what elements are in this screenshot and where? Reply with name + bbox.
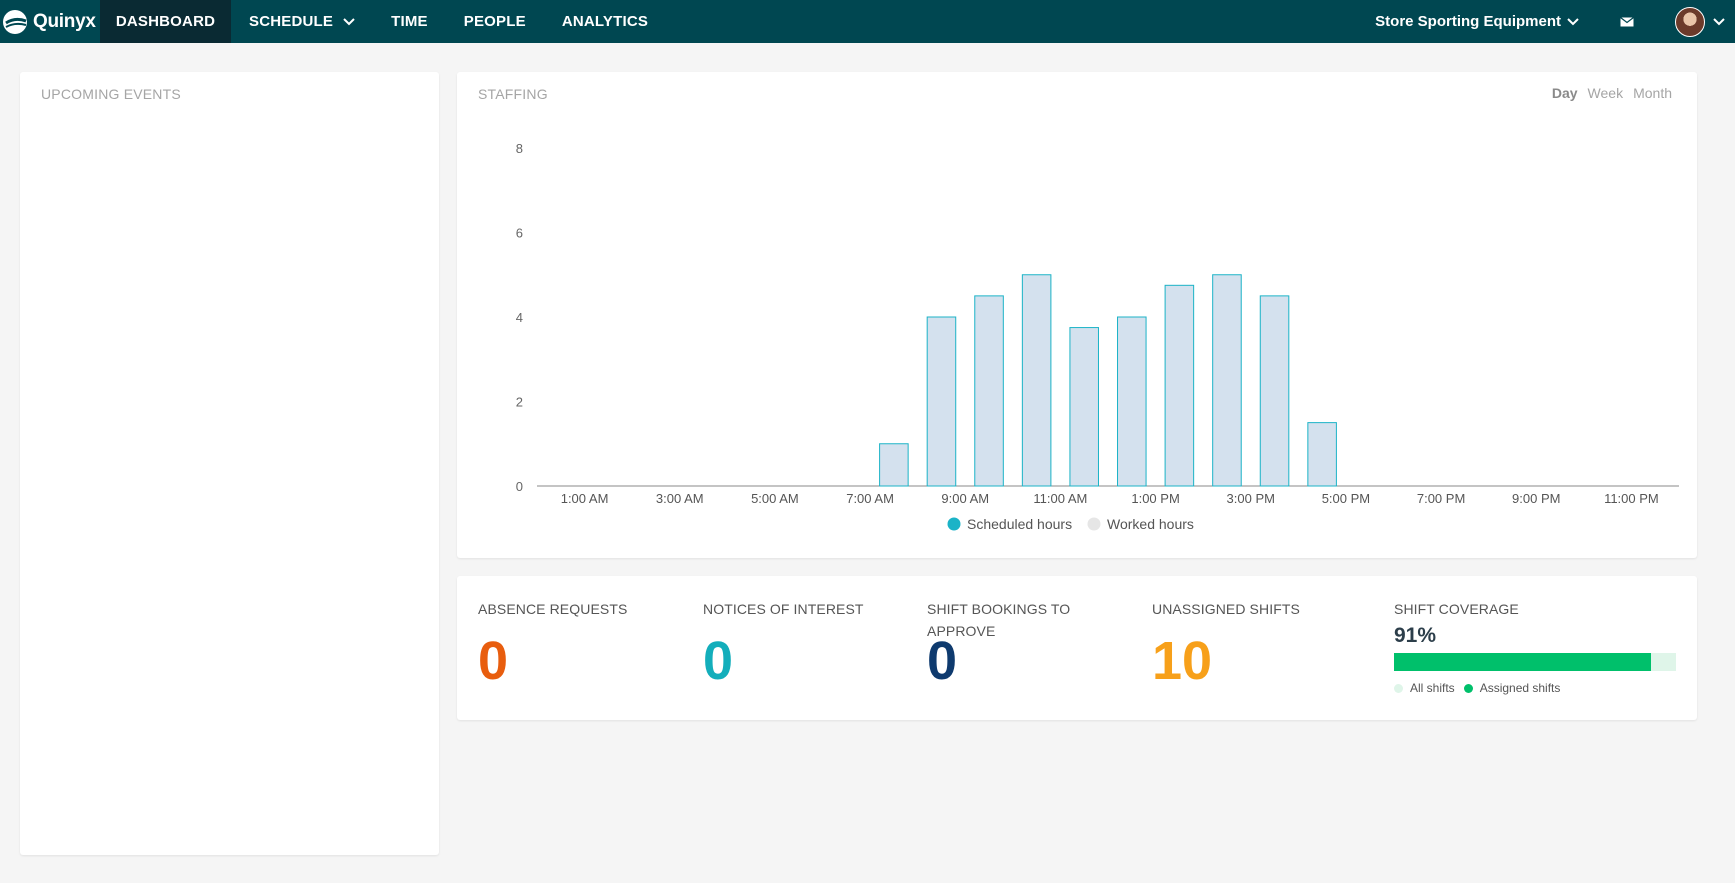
legend-dot-all <box>1394 683 1403 693</box>
shift-coverage-label: SHIFT COVERAGE <box>1394 601 1519 617</box>
x-tick-label: 3:00 AM <box>656 491 704 506</box>
nav-schedule[interactable]: SCHEDULE <box>231 0 373 43</box>
shift-coverage-value: 91% <box>1394 624 1437 647</box>
chart-bar <box>1164 284 1195 487</box>
legend-scheduled-dot <box>947 517 961 531</box>
legend-assigned-shifts: Assigned shifts <box>1463 681 1561 695</box>
y-tick-label: 4 <box>516 310 523 325</box>
chart-bar <box>879 443 909 487</box>
absence-requests-label: ABSENCE REQUESTS <box>478 601 628 617</box>
unassigned-shifts-stat[interactable]: UNASSIGNED SHIFTS 10 <box>1152 598 1300 688</box>
chart-bar <box>926 316 957 487</box>
legend-worked-dot <box>1087 517 1101 531</box>
shift-coverage-stat[interactable]: SHIFT COVERAGE 91% All shifts Assigned s… <box>1394 598 1677 695</box>
y-tick-label: 2 <box>516 395 523 410</box>
x-tick-label: 3:00 PM <box>1227 491 1275 506</box>
unassigned-shifts-label: UNASSIGNED SHIFTS <box>1152 601 1300 617</box>
user-menu[interactable] <box>1675 6 1725 37</box>
staffing-chart: 0 2 4 6 8 1:00 AM 3:00 AM 5:00 AM 7:00 AM 9:00 AM… <box>516 141 1679 532</box>
chart-bar <box>1069 327 1099 487</box>
chevron-down-icon <box>1713 13 1725 31</box>
nav-dashboard[interactable]: DASHBOARD <box>100 0 231 43</box>
quinyx-logo[interactable]: Quinyx <box>0 0 100 43</box>
legend-assigned-label: Assigned shifts <box>1479 681 1561 695</box>
x-tick-label: 9:00 AM <box>941 491 989 506</box>
chart-bar <box>1212 274 1242 487</box>
legend-all-shifts: All shifts <box>1394 681 1455 695</box>
shift-coverage-legend: All shifts Assigned shifts <box>1394 681 1677 695</box>
quinyx-logo-icon <box>3 9 27 34</box>
chart-bar <box>1259 295 1290 487</box>
absence-requests-value: 0 <box>478 631 509 691</box>
mail-button[interactable] <box>1617 12 1637 32</box>
mail-icon <box>1620 16 1634 26</box>
topbar-right: Store Sporting Equipment <box>1375 0 1735 43</box>
shift-coverage-bar-fill <box>1394 653 1651 671</box>
nav-time-label: TIME <box>391 13 428 30</box>
nav-schedule-label: SCHEDULE <box>249 13 334 30</box>
legend-worked-label: Worked hours <box>1107 516 1194 532</box>
top-navigation-bar: Quinyx DASHBOARD SCHEDULE TIME PEOPLE AN… <box>0 0 1735 43</box>
x-tick-label: 9:00 PM <box>1512 491 1560 506</box>
chevron-down-icon <box>1567 13 1579 30</box>
shift-bookings-stat[interactable]: SHIFT BOOKINGS TO APPROVE 0 <box>927 598 1071 688</box>
store-selector[interactable]: Store Sporting Equipment <box>1375 13 1579 30</box>
x-tick-label: 7:00 PM <box>1417 491 1465 506</box>
store-name: Store Sporting Equipment <box>1375 13 1561 30</box>
y-tick-label: 8 <box>516 141 523 156</box>
stats-card: ABSENCE REQUESTS 0 NOTICES OF INTEREST 0… <box>457 576 1697 720</box>
notices-of-interest-label: NOTICES OF INTEREST <box>703 601 864 617</box>
nav-time[interactable]: TIME <box>373 0 446 43</box>
nav-dashboard-label: DASHBOARD <box>115 13 216 30</box>
unassigned-shifts-value: 10 <box>1152 631 1213 691</box>
shift-bookings-label-line1: SHIFT BOOKINGS TO <box>927 601 1071 617</box>
x-tick-label: 1:00 PM <box>1131 491 1179 506</box>
nav-people-label: PEOPLE <box>463 13 526 30</box>
chart-bar <box>974 295 1004 487</box>
notices-of-interest-stat[interactable]: NOTICES OF INTEREST 0 <box>703 598 864 688</box>
x-tick-label: 11:00 AM <box>1033 491 1087 506</box>
upcoming-events-card: UPCOMING EVENTS <box>20 72 439 855</box>
chart-bar <box>1307 422 1337 487</box>
logo-text: Quinyx <box>33 10 96 32</box>
chart-bar <box>1021 274 1052 487</box>
nav-analytics-label: ANALYTICS <box>561 13 649 30</box>
legend-all-label: All shifts <box>1410 681 1455 695</box>
shift-coverage-bar <box>1394 653 1676 671</box>
avatar <box>1675 6 1705 37</box>
x-tick-label: 5:00 AM <box>751 491 799 506</box>
nav-people[interactable]: PEOPLE <box>446 0 544 43</box>
y-tick-label: 0 <box>516 479 523 494</box>
absence-requests-stat[interactable]: ABSENCE REQUESTS 0 <box>478 598 628 688</box>
staffing-card: STAFFING Day Week Month 0 2 4 6 8 1:00 AM 3:00… <box>457 72 1697 558</box>
upcoming-events-title: UPCOMING EVENTS <box>41 86 181 102</box>
nav-analytics[interactable]: ANALYTICS <box>544 0 666 43</box>
x-tick-label: 1:00 AM <box>561 491 609 506</box>
legend-scheduled-label: Scheduled hours <box>967 516 1072 532</box>
x-tick-label: 5:00 PM <box>1322 491 1370 506</box>
legend-dot-assigned <box>1463 683 1473 693</box>
shift-bookings-value: 0 <box>927 631 958 691</box>
notices-of-interest-value: 0 <box>703 631 734 691</box>
x-tick-label: 11:00 PM <box>1604 491 1659 506</box>
chevron-down-icon <box>343 13 355 30</box>
y-tick-label: 6 <box>516 226 523 241</box>
x-tick-label: 7:00 AM <box>846 491 894 506</box>
chart-bar <box>1117 316 1147 487</box>
